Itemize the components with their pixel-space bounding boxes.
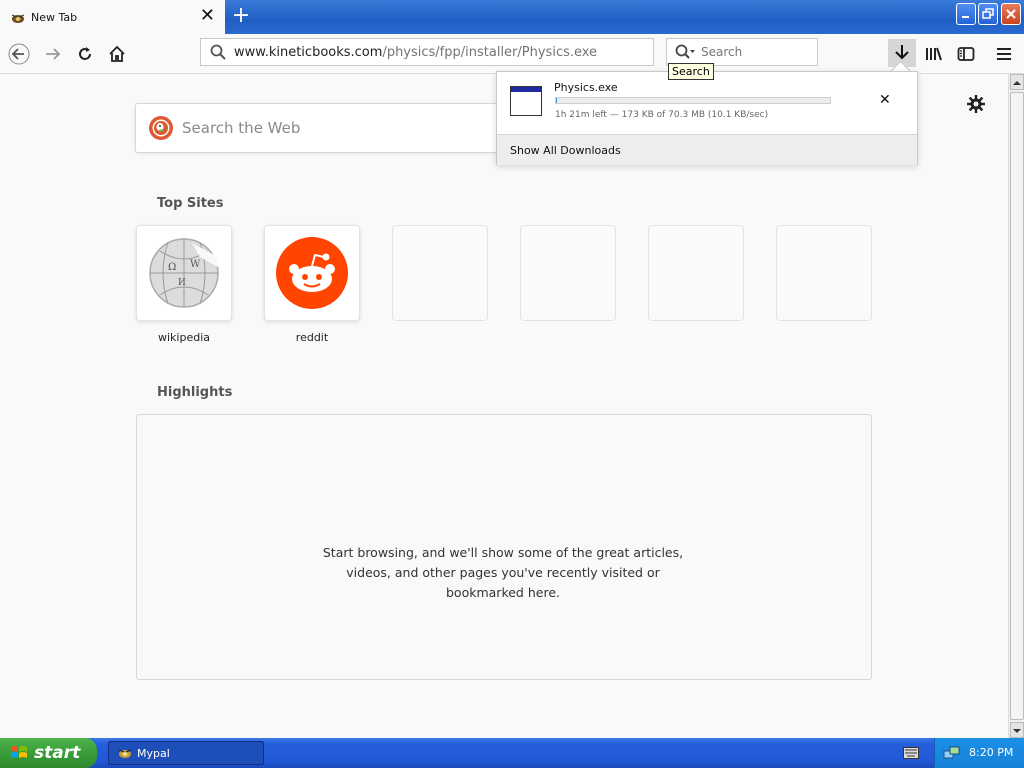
download-arrow-icon — [895, 45, 909, 60]
settings-gear-icon[interactable] — [966, 94, 986, 118]
clock: 8:20 PM — [969, 746, 1014, 759]
system-tray: 8:20 PM — [934, 738, 1024, 768]
highlights-title: Highlights — [157, 385, 233, 400]
top-site-empty — [392, 225, 488, 321]
top-site-label: wikipedia — [157, 331, 210, 344]
svg-text:W: W — [190, 259, 201, 270]
library-icon — [926, 47, 942, 61]
forward-arrow-icon — [46, 48, 61, 60]
wikipedia-globe-icon: Ω W И — [149, 238, 219, 308]
taskbar-item-label: Mypal — [137, 746, 170, 760]
scroll-up-button[interactable] — [1010, 74, 1024, 90]
back-button[interactable] — [6, 41, 32, 67]
top-site-reddit[interactable] — [264, 225, 360, 321]
home-button[interactable] — [104, 41, 130, 67]
close-window-button[interactable] — [1001, 3, 1021, 25]
start-label: start — [34, 743, 81, 763]
duckduckgo-icon — [149, 116, 173, 140]
search-bar[interactable]: Search — [666, 38, 818, 66]
top-sites-title: Top Sites — [157, 196, 224, 211]
search-icon — [210, 44, 226, 60]
reddit-alien-icon — [276, 237, 348, 309]
url-path: /physics/fpp/installer/Physics.exe — [382, 44, 598, 60]
scroll-down-button[interactable] — [1010, 722, 1024, 738]
highlights-empty-message: Start browsing, and we'll show some of t… — [322, 545, 684, 600]
top-site-empty — [520, 225, 616, 321]
minimize-button[interactable] — [956, 3, 976, 25]
mypal-icon — [118, 749, 132, 758]
mypal-icon — [10, 10, 26, 24]
downloads-panel: Physics.exe 1h 21m left — 173 KB of 70.3… — [496, 71, 918, 165]
scroll-thumb[interactable] — [1010, 92, 1024, 720]
top-site-empty — [776, 225, 872, 321]
tab-title: New Tab — [31, 10, 78, 24]
forward-button[interactable] — [40, 41, 66, 67]
search-placeholder: Search — [701, 45, 743, 59]
sidebar-icon — [957, 47, 975, 61]
start-button[interactable]: start — [0, 738, 97, 768]
page-scrollbar[interactable] — [1008, 74, 1024, 738]
cancel-download-icon[interactable]: ✕ — [879, 92, 891, 108]
network-icon — [943, 746, 960, 759]
windows-logo-icon — [11, 746, 27, 758]
taskbar-item-mypal[interactable]: Mypal — [108, 741, 264, 765]
close-tab-icon[interactable]: ✕ — [200, 7, 215, 25]
url-host: www.kineticbooks.com — [234, 44, 383, 60]
url-text: www.kineticbooks.com/physics/fpp/install… — [234, 45, 597, 60]
download-status: 1h 21m left — 173 KB of 70.3 MB (10.1 KB… — [555, 110, 769, 120]
sidebar-button[interactable] — [953, 41, 979, 67]
web-search-box[interactable]: Search the Web — [135, 103, 515, 153]
search-engine-dropdown-icon — [675, 44, 695, 59]
library-button[interactable] — [921, 41, 947, 67]
exe-file-icon — [510, 86, 542, 116]
download-progress-bar — [555, 97, 831, 104]
top-site-label: reddit — [295, 331, 329, 344]
download-file-name: Physics.exe — [554, 81, 618, 94]
web-search-placeholder: Search the Web — [182, 119, 301, 137]
keyboard-icon — [903, 747, 919, 759]
restore-button[interactable] — [978, 3, 998, 25]
svg-text:И: И — [178, 278, 186, 288]
taskbar: start Mypal 8:20 PM — [0, 738, 1024, 768]
top-site-wikipedia[interactable]: Ω W И — [136, 225, 232, 321]
tab-strip: New Tab ✕ + — [0, 0, 1024, 34]
hamburger-menu-icon — [997, 48, 1011, 60]
show-all-downloads-button[interactable]: Show All Downloads — [497, 134, 917, 165]
reload-icon — [79, 47, 91, 60]
reload-button[interactable] — [72, 41, 98, 67]
search-tooltip: Search — [668, 63, 714, 80]
svg-text:Ω: Ω — [168, 262, 176, 273]
menu-button[interactable] — [991, 41, 1017, 67]
back-arrow-icon — [8, 43, 30, 65]
top-site-empty — [648, 225, 744, 321]
home-icon — [109, 45, 125, 62]
tab-new-tab[interactable]: New Tab ✕ — [0, 0, 225, 34]
show-all-downloads-label: Show All Downloads — [510, 144, 621, 157]
url-bar[interactable]: www.kineticbooks.com/physics/fpp/install… — [200, 38, 654, 66]
new-tab-button[interactable]: + — [230, 4, 252, 28]
